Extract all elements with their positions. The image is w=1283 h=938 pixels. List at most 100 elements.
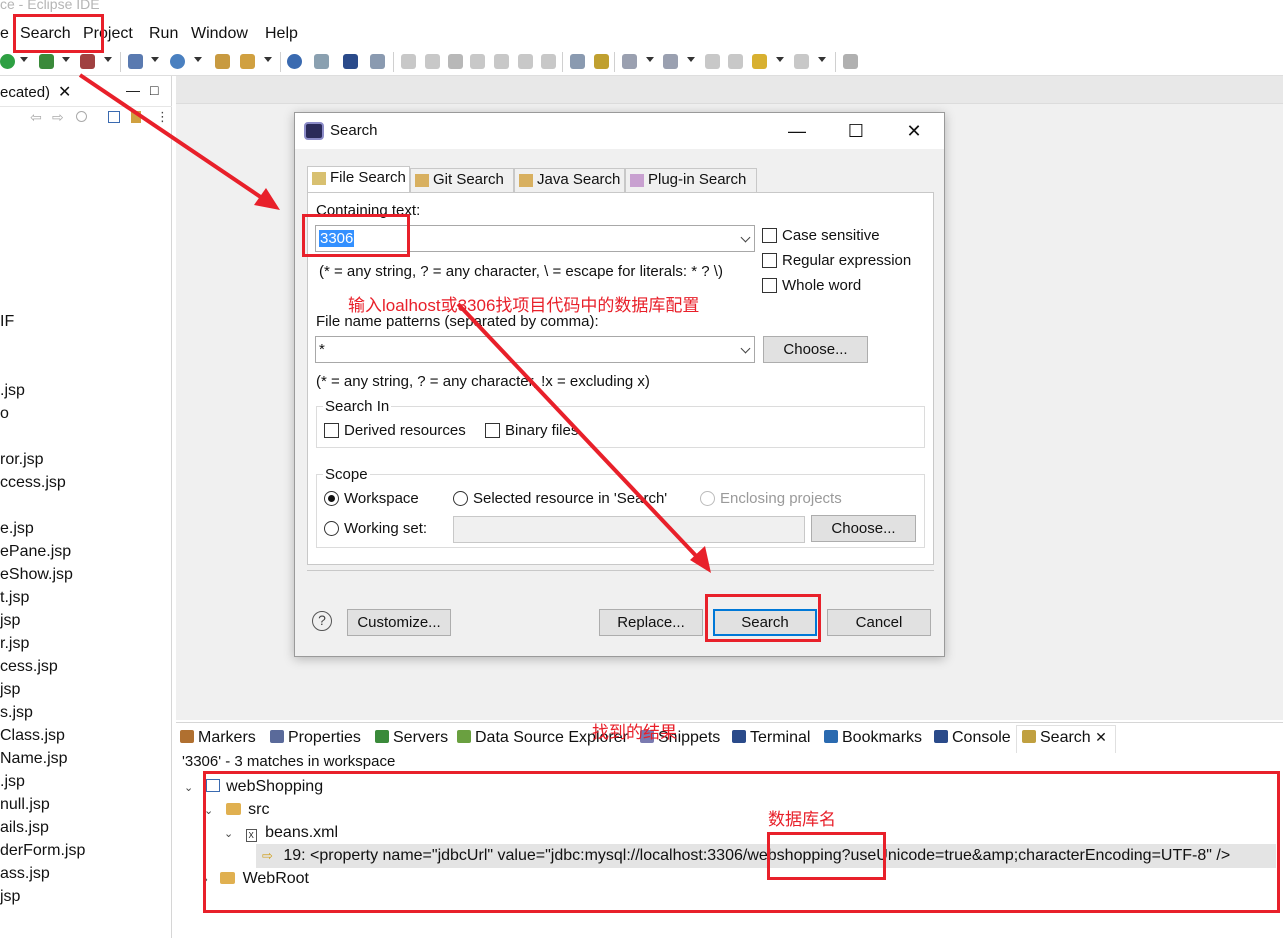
step-into-icon[interactable] xyxy=(494,54,509,69)
tree-item[interactable]: o xyxy=(0,405,9,423)
binary-files-checkbox[interactable] xyxy=(485,423,500,438)
help-icon[interactable]: ? xyxy=(312,611,332,631)
file-patterns-input[interactable]: * xyxy=(315,336,755,363)
tree-item[interactable]: IF xyxy=(0,313,14,331)
class-dropdown-icon[interactable] xyxy=(194,57,202,62)
chevron-down-icon[interactable]: ⌄ xyxy=(184,782,193,794)
tree-item[interactable]: ccess.jsp xyxy=(0,474,66,492)
tree-item[interactable]: .jsp xyxy=(0,773,25,791)
menu-window[interactable]: Window xyxy=(191,25,248,43)
replace-button[interactable]: Replace... xyxy=(599,609,703,636)
close-icon[interactable]: ✕ xyxy=(58,82,71,102)
debug-icon[interactable] xyxy=(39,54,54,69)
suspend-icon[interactable] xyxy=(425,54,440,69)
toggle-mark-icon[interactable] xyxy=(594,54,609,69)
tab-servers[interactable]: Servers xyxy=(375,729,448,747)
resume-icon[interactable] xyxy=(401,54,416,69)
forward-nav-icon[interactable]: ⇨ xyxy=(52,109,64,126)
chevron-down-icon[interactable] xyxy=(740,232,751,243)
menu-help[interactable]: Help xyxy=(265,25,298,43)
tab-console[interactable]: Console xyxy=(934,729,1011,747)
close-icon[interactable]: ✕ xyxy=(1095,729,1107,745)
search-tool-icon[interactable] xyxy=(240,54,255,69)
next-edit-icon[interactable] xyxy=(622,54,637,69)
back-dropdown-icon[interactable] xyxy=(776,57,784,62)
console-icon[interactable] xyxy=(343,54,358,69)
forward-arrow-icon[interactable] xyxy=(794,54,809,69)
derived-resources-checkbox[interactable] xyxy=(324,423,339,438)
debug-dropdown-icon[interactable] xyxy=(62,57,70,62)
tree-item[interactable]: ePane.jsp xyxy=(0,543,71,561)
link-editor-icon[interactable] xyxy=(131,111,141,123)
tree-item[interactable]: Name.jsp xyxy=(0,750,68,768)
server-dropdown-icon[interactable] xyxy=(151,57,159,62)
new-class-icon[interactable] xyxy=(170,54,185,69)
regex-checkbox[interactable] xyxy=(762,253,777,268)
external-dropdown-icon[interactable] xyxy=(104,57,112,62)
tree-item[interactable]: r.jsp xyxy=(0,635,29,653)
globe-icon[interactable] xyxy=(287,54,302,69)
tree-item[interactable]: ass.jsp xyxy=(0,865,50,883)
forward-edit-icon[interactable] xyxy=(728,54,743,69)
maximize-icon[interactable]: □ xyxy=(150,82,158,98)
step-over-icon[interactable] xyxy=(518,54,533,69)
tree-item[interactable]: ror.jsp xyxy=(0,451,44,469)
cancel-button[interactable]: Cancel xyxy=(827,609,931,636)
back-nav-icon[interactable]: ⇦ xyxy=(30,109,42,126)
tree-item[interactable]: eShow.jsp xyxy=(0,566,73,584)
tab-java-search[interactable]: Java Search xyxy=(514,168,625,192)
run-dropdown-icon[interactable] xyxy=(20,57,28,62)
wand-icon[interactable] xyxy=(314,54,329,69)
tab-plugin-search[interactable]: Plug-in Search xyxy=(625,168,757,192)
menu-run[interactable]: Run xyxy=(149,25,178,43)
scope-selected-radio[interactable] xyxy=(453,491,468,506)
scope-workspace-radio[interactable] xyxy=(324,491,339,506)
tab-git-search[interactable]: Git Search xyxy=(410,168,514,192)
open-type-icon[interactable] xyxy=(215,54,230,69)
menu-partial[interactable]: e xyxy=(0,25,9,43)
tree-item[interactable]: jsp xyxy=(0,888,20,906)
tab-markers[interactable]: Markers xyxy=(180,729,256,747)
tab-search[interactable]: Search ✕ xyxy=(1022,729,1107,747)
new-server-icon[interactable] xyxy=(128,54,143,69)
view-menu-icon[interactable]: ⋮ xyxy=(156,109,169,125)
pin-editor-icon[interactable] xyxy=(843,54,858,69)
minimize-icon[interactable]: — xyxy=(126,82,140,98)
working-set-choose-button[interactable]: Choose... xyxy=(811,515,916,542)
tab-file-search[interactable]: File Search xyxy=(307,166,410,193)
chevron-down-icon[interactable] xyxy=(740,343,751,354)
external-tools-icon[interactable] xyxy=(80,54,95,69)
file-patterns-choose-button[interactable]: Choose... xyxy=(763,336,868,363)
tree-item[interactable]: cess.jsp xyxy=(0,658,58,676)
tree-item[interactable]: e.jsp xyxy=(0,520,34,538)
tree-item[interactable]: ails.jsp xyxy=(0,819,49,837)
tab-bookmarks[interactable]: Bookmarks xyxy=(824,729,922,747)
tree-item[interactable]: jsp xyxy=(0,612,20,630)
search-tool-dropdown-icon[interactable] xyxy=(264,57,272,62)
tab-terminal[interactable]: Terminal xyxy=(732,729,810,747)
next-edit-dropdown-icon[interactable] xyxy=(646,57,654,62)
close-button[interactable]: ✕ xyxy=(899,119,929,143)
run-icon[interactable] xyxy=(0,54,15,69)
tab-properties[interactable]: Properties xyxy=(270,729,361,747)
tree-item[interactable]: .jsp xyxy=(0,382,25,400)
maximize-button[interactable]: ☐ xyxy=(841,119,871,143)
case-sensitive-checkbox[interactable] xyxy=(762,228,777,243)
last-edit-icon[interactable] xyxy=(705,54,720,69)
tree-item[interactable]: derForm.jsp xyxy=(0,842,85,860)
scope-enclosing-radio[interactable] xyxy=(700,491,715,506)
tree-item[interactable]: t.jsp xyxy=(0,589,29,607)
tree-item[interactable]: Class.jsp xyxy=(0,727,65,745)
tree-item[interactable]: null.jsp xyxy=(0,796,50,814)
step-return-icon[interactable] xyxy=(541,54,556,69)
terminate-icon[interactable] xyxy=(448,54,463,69)
collapse-all-icon[interactable] xyxy=(108,111,120,123)
tree-item[interactable]: jsp xyxy=(0,681,20,699)
customize-button[interactable]: Customize... xyxy=(347,609,451,636)
next-annotation-icon[interactable] xyxy=(570,54,585,69)
whole-word-checkbox[interactable] xyxy=(762,278,777,293)
package-explorer-tab[interactable]: ecated) ✕ xyxy=(0,80,78,106)
forward-dropdown-icon[interactable] xyxy=(818,57,826,62)
prev-edit-dropdown-icon[interactable] xyxy=(687,57,695,62)
working-set-field[interactable] xyxy=(453,516,805,543)
